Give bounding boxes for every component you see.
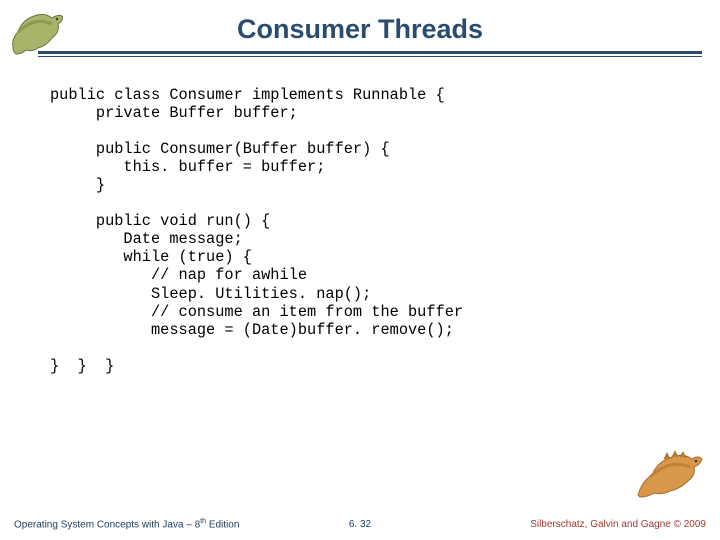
code-line: } — [50, 176, 105, 194]
footer-left-suffix: Edition — [206, 519, 239, 530]
code-line: Date message; — [50, 230, 243, 248]
code-block: public class Consumer implements Runnabl… — [50, 86, 690, 375]
footer-left: Operating System Concepts with Java – 8t… — [14, 518, 239, 530]
code-line: // nap for awhile — [50, 266, 307, 284]
footer-left-prefix: Operating System Concepts with Java – 8 — [14, 519, 200, 530]
code-line: public class Consumer implements Runnabl… — [50, 86, 445, 104]
code-line: public void run() { — [50, 212, 270, 230]
footer-copyright: Silberschatz, Galvin and Gagne © 2009 — [530, 519, 706, 530]
header-divider — [38, 51, 702, 57]
footer-page-number: 6. 32 — [349, 519, 371, 530]
slide-header: Consumer Threads — [0, 0, 720, 57]
code-line: this. buffer = buffer; — [50, 158, 325, 176]
dinosaur-right-icon — [634, 445, 706, 506]
code-line: // consume an item from the buffer — [50, 303, 463, 321]
code-line: } } } — [50, 357, 114, 375]
code-line: message = (Date)buffer. remove(); — [50, 321, 454, 339]
code-line: Sleep. Utilities. nap(); — [50, 285, 371, 303]
slide-content: public class Consumer implements Runnabl… — [50, 86, 690, 375]
slide-title: Consumer Threads — [0, 14, 720, 45]
slide: Consumer Threads public class Consumer i… — [0, 0, 720, 540]
code-line: while (true) { — [50, 248, 252, 266]
code-line: public Consumer(Buffer buffer) { — [50, 140, 390, 158]
code-line: private Buffer buffer; — [50, 104, 298, 122]
slide-footer: Operating System Concepts with Java – 8t… — [0, 510, 720, 530]
